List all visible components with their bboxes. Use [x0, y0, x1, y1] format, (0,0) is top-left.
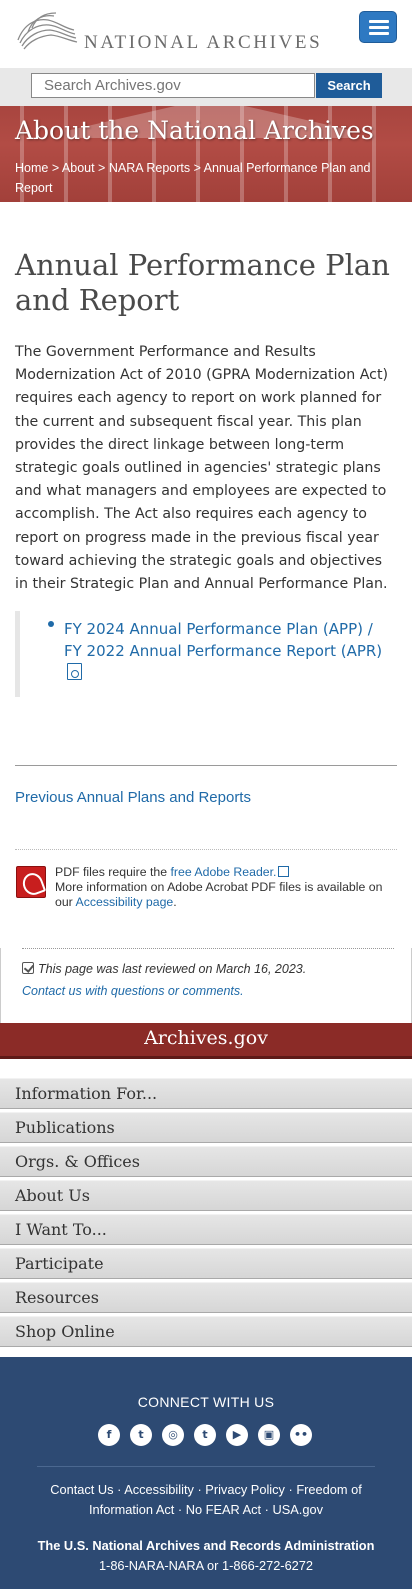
divider [37, 1466, 375, 1467]
blogs-icon[interactable]: ▣ [258, 1424, 280, 1446]
contact-us-link[interactable]: Contact us with questions or comments. [22, 984, 244, 998]
footer-link-no-fear-act[interactable]: No FEAR Act [186, 1502, 261, 1517]
external-link-icon [278, 866, 290, 877]
footer-nav-publications[interactable]: Publications [0, 1112, 412, 1143]
search-input[interactable] [31, 73, 315, 98]
instagram-icon[interactable]: ◎ [162, 1424, 184, 1446]
divider [15, 765, 397, 766]
footer-link-contact-us[interactable]: Contact Us [50, 1482, 113, 1497]
footer-links: Contact Us · Accessibility · Privacy Pol… [50, 1482, 362, 1517]
search-button[interactable]: Search [316, 73, 382, 98]
footer-nav-resources[interactable]: Resources [0, 1282, 412, 1313]
divider [15, 849, 397, 850]
menu-button[interactable] [359, 11, 397, 43]
report-callout: FY 2024 Annual Performance Plan (APP) / … [15, 611, 397, 697]
adobe-pdf-icon [16, 866, 46, 898]
last-reviewed: This page was last reviewed on March 16,… [22, 962, 306, 976]
archives-gov-bar: Archives.gov [0, 1023, 412, 1059]
bullet-icon [48, 621, 54, 627]
twitter-icon[interactable]: t [130, 1424, 152, 1446]
logo-text[interactable]: NATIONAL ARCHIVES [84, 32, 322, 54]
breadcrumb-about[interactable]: About [62, 161, 95, 175]
footer-nav-participate[interactable]: Participate [0, 1248, 412, 1279]
youtube-icon[interactable]: ▶ [226, 1424, 248, 1446]
footer-nav-shop-online[interactable]: Shop Online [0, 1316, 412, 1347]
flickr-icon[interactable]: •• [290, 1424, 312, 1446]
report-link[interactable]: FY 2024 Annual Performance Plan (APP) / … [64, 619, 384, 684]
site-footer: CONNECT WITH US f t ◎ t ▶ ▣ •• Contact U… [0, 1357, 412, 1589]
intro-paragraph: The Government Performance and Results M… [15, 344, 389, 593]
footer-nav-orgs-offices[interactable]: Orgs. & Offices [0, 1146, 412, 1177]
divider [22, 948, 394, 949]
accessibility-page-link[interactable]: Accessibility page [76, 895, 174, 909]
adobe-reader-link[interactable]: free Adobe Reader. [171, 865, 277, 879]
edit-check-icon [22, 962, 34, 974]
breadcrumb-nara-reports[interactable]: NARA Reports [109, 161, 190, 175]
tumblr-icon[interactable]: t [194, 1424, 216, 1446]
footer-link-usa-gov[interactable]: USA.gov [272, 1502, 323, 1517]
page-title: Annual Performance Plan and Report [15, 248, 390, 317]
footer-phone: 1-86-NARA-NARA or 1-866-272-6272 [98, 1558, 314, 1573]
footer-org-name: The U.S. National Archives and Records A… [37, 1538, 375, 1553]
page-banner: About the National Archives Home > About… [0, 106, 412, 202]
footer-link-accessibility[interactable]: Accessibility [124, 1482, 194, 1497]
eagle-logo-icon[interactable] [14, 10, 80, 52]
connect-heading: CONNECT WITH US [137, 1394, 275, 1410]
facebook-icon[interactable]: f [98, 1424, 120, 1446]
footer-nav-i-want-to[interactable]: I Want To... [0, 1214, 412, 1245]
search-bar: Search [0, 68, 412, 106]
banner-title: About the National Archives [15, 116, 374, 145]
site-header: NATIONAL ARCHIVES [0, 0, 412, 68]
breadcrumb-home[interactable]: Home [15, 161, 48, 175]
footer-nav-information-for[interactable]: Information For... [0, 1078, 412, 1109]
archives-gov-title[interactable]: Archives.gov [0, 1027, 412, 1049]
footer-link-privacy-policy[interactable]: Privacy Policy [205, 1482, 285, 1497]
social-icons: f t ◎ t ▶ ▣ •• [98, 1424, 314, 1446]
pdf-file-icon [67, 663, 82, 680]
previous-plans-link[interactable]: Previous Annual Plans and Reports [15, 789, 251, 806]
footer-nav-about-us[interactable]: About Us [0, 1180, 412, 1211]
hamburger-menu-icon [369, 20, 389, 23]
breadcrumb: Home > About > NARA Reports > Annual Per… [15, 161, 371, 195]
review-box: This page was last reviewed on March 16,… [0, 948, 412, 1028]
pdf-note: PDF files require the free Adobe Reader.… [55, 865, 383, 909]
